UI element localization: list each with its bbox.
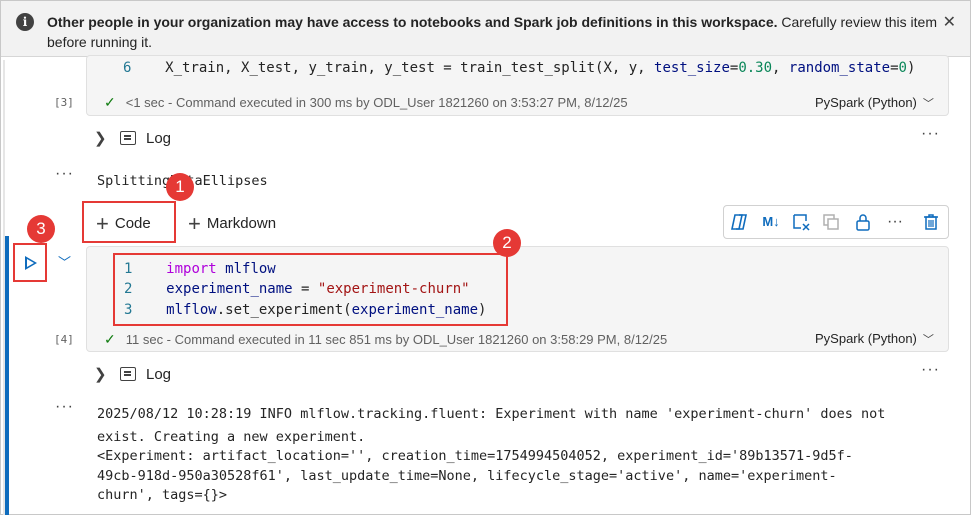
output-more-icon[interactable]: ···: [55, 165, 74, 183]
active-cell-indicator: [5, 236, 9, 515]
chevron-right-icon: ❯: [94, 366, 107, 383]
run-cell-button[interactable]: [13, 243, 47, 282]
execution-status: ✓ <1 sec - Command executed in 300 ms by …: [104, 94, 628, 110]
delete-icon[interactable]: [921, 212, 941, 232]
copilot-icon[interactable]: [729, 212, 749, 232]
cell-toolbar: M↓ ···: [723, 205, 949, 239]
banner-text: Other people in your organization may ha…: [47, 14, 937, 50]
warning-banner: i Other people in your organization may …: [1, 1, 970, 57]
callout-box-code: [82, 201, 176, 243]
callout-badge-2: 2: [493, 229, 521, 257]
copy-icon[interactable]: [821, 212, 841, 232]
code-line-6: 6 X_train, X_test, y_train, y_test = tra…: [123, 60, 916, 76]
info-icon: i: [16, 13, 34, 31]
more-icon[interactable]: ···: [921, 361, 940, 379]
output-line: 49cb-918d-950a30528f61', last_update_tim…: [97, 468, 837, 484]
callout-box-code-cell: [113, 253, 508, 326]
close-icon[interactable]: ✕: [943, 13, 956, 33]
check-icon: ✓: [104, 331, 116, 347]
cell-number: [4]: [54, 333, 74, 346]
more-icon[interactable]: ···: [921, 125, 940, 143]
add-markdown-button[interactable]: + Markdown: [188, 211, 276, 237]
chevron-down-icon: ﹀: [922, 334, 934, 346]
chevron-right-icon: ❯: [94, 130, 107, 147]
output-line: <Experiment: artifact_location='', creat…: [97, 448, 853, 464]
callout-badge-1: 1: [166, 173, 194, 201]
lock-icon[interactable]: [853, 212, 873, 232]
log-icon: [120, 367, 136, 381]
output-more-icon[interactable]: ···: [55, 398, 74, 416]
output-line: 2025/08/12 10:28:19 INFO mlflow.tracking…: [97, 406, 886, 422]
chevron-down-icon: ﹀: [922, 98, 934, 110]
log-icon: [120, 131, 136, 145]
language-selector[interactable]: PySpark (Python) ﹀: [815, 95, 934, 111]
more-icon[interactable]: ···: [885, 212, 905, 232]
cell-number: [3]: [54, 96, 74, 109]
callout-badge-3: 3: [27, 215, 55, 243]
clear-output-icon[interactable]: [791, 212, 811, 232]
log-toggle[interactable]: ❯ Log: [94, 129, 171, 147]
output-line: churn', tags={}>: [97, 487, 228, 503]
language-selector[interactable]: PySpark (Python) ﹀: [815, 331, 934, 347]
execution-status: ✓ 11 sec - Command executed in 11 sec 851…: [104, 331, 668, 347]
check-icon: ✓: [104, 94, 116, 110]
play-icon: [25, 256, 37, 270]
log-toggle[interactable]: ❯ Log: [94, 365, 171, 383]
plus-icon: +: [188, 211, 201, 236]
output-line: exist. Creating a new experiment.: [97, 429, 366, 445]
chevron-down-icon[interactable]: ﹀: [58, 252, 71, 271]
markdown-toggle-icon[interactable]: M↓: [759, 212, 783, 232]
